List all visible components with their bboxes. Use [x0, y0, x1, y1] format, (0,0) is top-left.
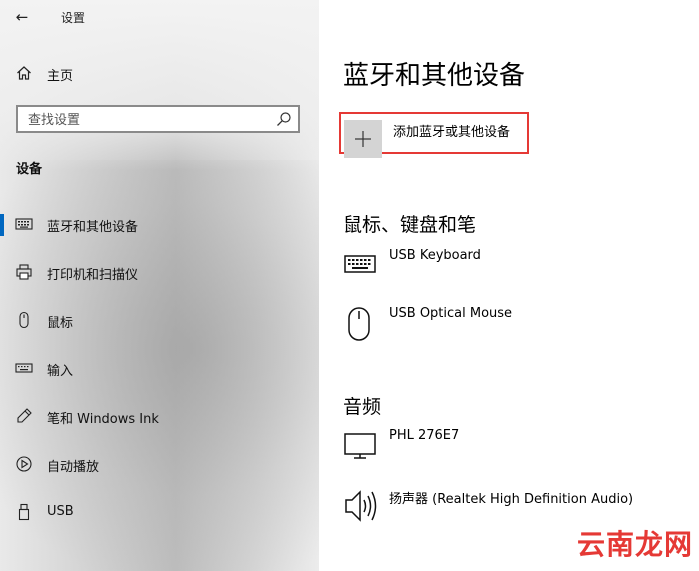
sidebar-item-printers[interactable]: 打印机和扫描仪 [0, 253, 319, 301]
home-nav-item[interactable]: 主页 [0, 58, 319, 88]
watermark-logo: 云南龙网 [576, 528, 693, 561]
sidebar-item-usb[interactable]: USB [0, 493, 319, 541]
add-device-button[interactable]: 添加蓝牙或其他设备 [339, 112, 529, 158]
add-device-label: 添加蓝牙或其他设备 [393, 125, 511, 140]
search-icon[interactable] [276, 111, 292, 127]
sidebar-item-autoplay[interactable]: 自动播放 [0, 445, 319, 493]
section-title-audio: 音频 [343, 396, 382, 418]
device-usb-mouse[interactable]: USB Optical Mouse [343, 306, 683, 350]
home-icon [17, 66, 31, 80]
sidebar-section-title: 设备 [16, 162, 43, 177]
device-name: 扬声器 (Realtek High Definition Audio) [389, 492, 634, 507]
sidebar-item-mouse[interactable]: 鼠标 [0, 301, 319, 349]
sidebar-item-label: 蓝牙和其他设备 [47, 220, 139, 235]
sidebar-item-label: 鼠标 [47, 316, 74, 331]
section-title-input-devices: 鼠标、键盘和笔 [343, 214, 477, 236]
settings-window: ← 设置 主页 设备 [0, 0, 699, 571]
device-name: USB Optical Mouse [389, 306, 513, 321]
search-input[interactable] [26, 110, 270, 130]
plus-tile [344, 120, 382, 158]
back-button[interactable]: ← [10, 6, 34, 28]
main-panel: 蓝牙和其他设备 添加蓝牙或其他设备 鼠标、键盘和笔 USB Keyboard U… [319, 0, 699, 571]
usb-icon [18, 503, 30, 521]
search-box[interactable] [16, 105, 300, 133]
home-label: 主页 [47, 69, 74, 84]
printer-icon [16, 264, 32, 280]
device-name: USB Keyboard [389, 248, 481, 263]
sidebar-item-label: USB [47, 504, 74, 519]
sidebar-nav: 蓝牙和其他设备 打印机和扫描仪 鼠标 输入 笔和 Windows Ink 自动播… [0, 205, 319, 541]
pen-icon [17, 408, 32, 423]
bluetooth-keyboard-icon [15, 218, 33, 230]
device-name: PHL 276E7 [389, 428, 460, 443]
sidebar-item-bluetooth[interactable]: 蓝牙和其他设备 [0, 205, 319, 253]
monitor-icon [344, 433, 376, 459]
sidebar-item-label: 打印机和扫描仪 [47, 268, 139, 283]
sidebar-item-label: 输入 [47, 364, 74, 379]
speaker-icon [345, 490, 377, 522]
sidebar-item-label: 自动播放 [47, 460, 100, 475]
plus-icon [355, 131, 371, 147]
keyboard-icon [344, 255, 376, 273]
mouse-icon [19, 311, 29, 329]
autoplay-icon [16, 456, 32, 472]
keyboard-icon [15, 363, 33, 373]
sidebar: ← 设置 主页 设备 [0, 0, 319, 571]
device-monitor[interactable]: PHL 276E7 [343, 428, 683, 472]
title-bar: ← 设置 [0, 0, 319, 34]
sidebar-item-typing[interactable]: 输入 [0, 349, 319, 397]
page-title: 蓝牙和其他设备 [343, 61, 526, 91]
mouse-icon [348, 307, 370, 341]
device-usb-keyboard[interactable]: USB Keyboard [343, 248, 683, 292]
sidebar-item-pen[interactable]: 笔和 Windows Ink [0, 397, 319, 445]
sidebar-item-label: 笔和 Windows Ink [47, 412, 159, 427]
app-title: 设置 [61, 11, 86, 25]
